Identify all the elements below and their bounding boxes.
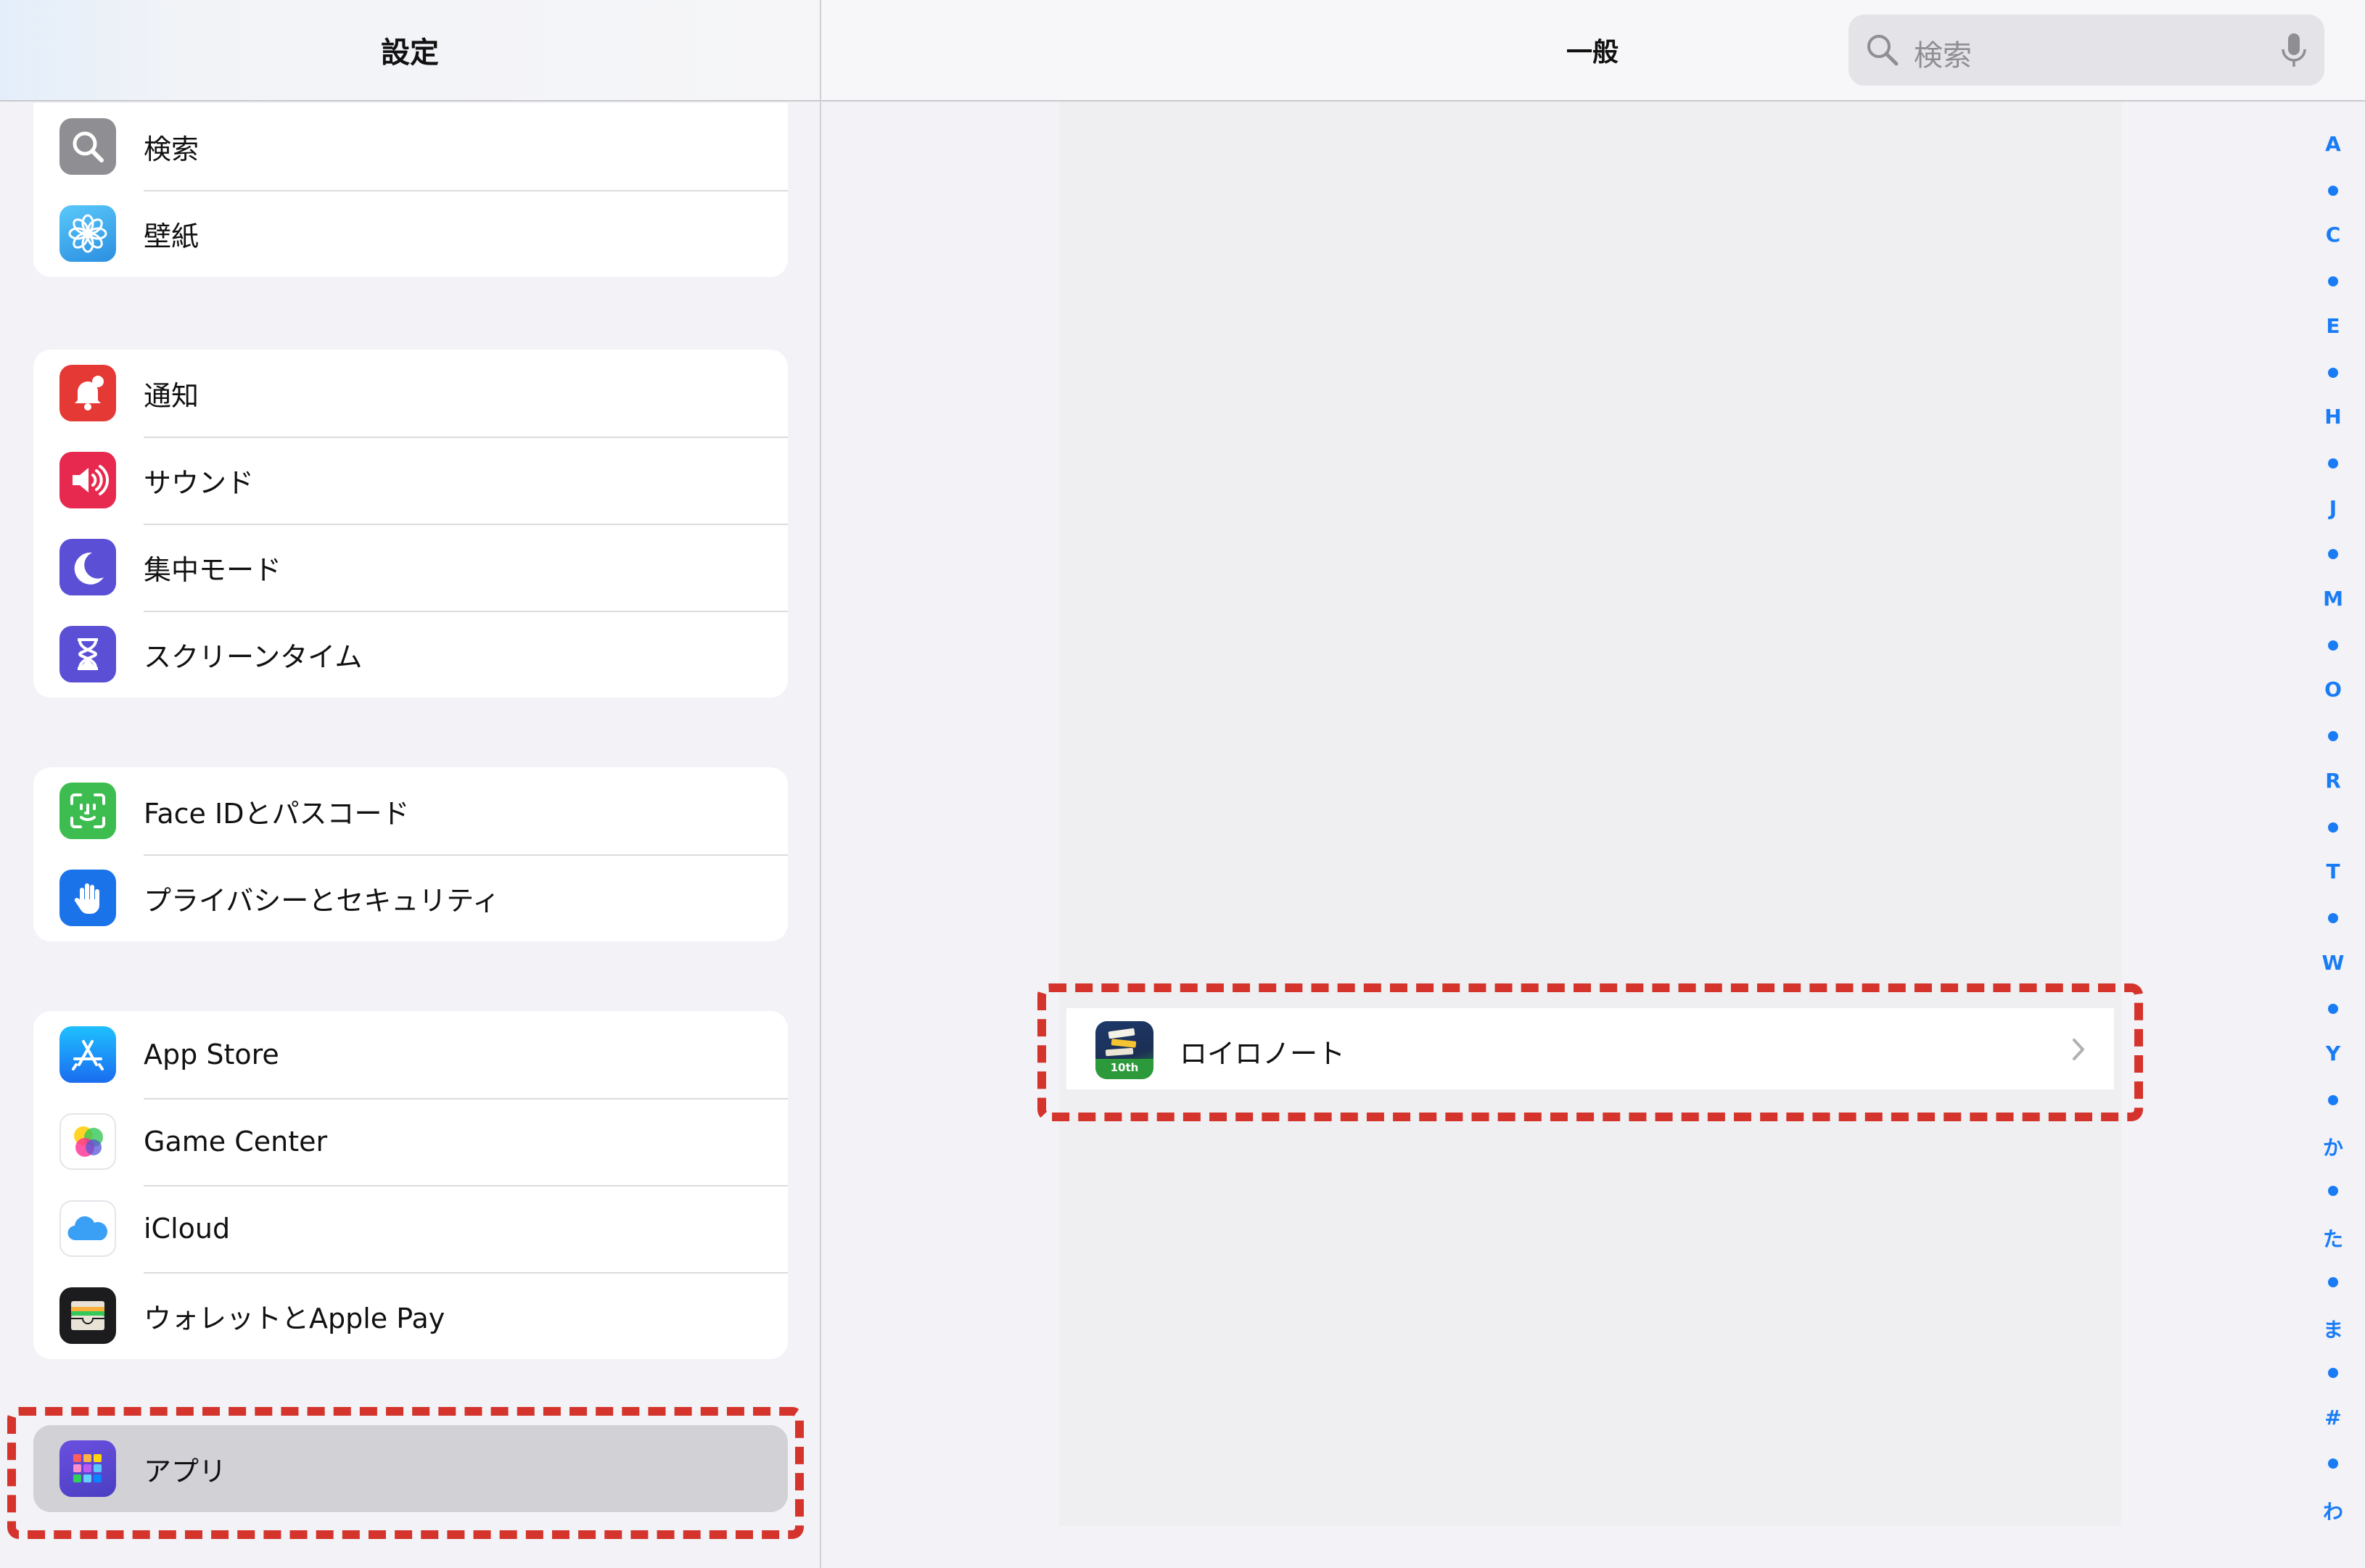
search-placeholder: 検索 [1914,39,1972,73]
index-letter[interactable]: わ [2321,1496,2345,1525]
search-icon [59,118,116,175]
sidebar-item-label: Game Center [144,1126,328,1158]
index-dot[interactable] [2328,912,2338,923]
sidebar-item-game-center[interactable]: Game Center [33,1098,788,1185]
index-dot[interactable] [2328,1004,2338,1015]
sidebar-item-label: App Store [144,1039,279,1070]
row-separator [144,1098,788,1099]
sidebar-item-label: iCloud [144,1213,231,1245]
index-dot[interactable] [2328,822,2338,833]
app-list-panel [1059,102,2121,1526]
sidebar-item-focus[interactable]: 集中モード [33,524,788,611]
sidebar-item-search[interactable]: 検索 [33,103,788,190]
sidebar-item-sounds[interactable]: サウンド [33,437,788,524]
index-letter[interactable]: ま [2321,1314,2345,1343]
index-dot[interactable] [2328,1186,2338,1197]
sidebar-item-privacy[interactable]: プライバシーとセキュリティ [33,854,788,941]
index-dot[interactable] [2328,640,2338,651]
hourglass-icon [59,626,116,682]
moon-icon [59,539,116,595]
row-separator [144,1272,788,1274]
search-icon [1867,35,1899,66]
index-letter[interactable]: W [2321,951,2345,975]
sidebar-item-label: スクリーンタイム [144,640,363,673]
game-center-icon [59,1113,116,1170]
sidebar-item-screen-time[interactable]: スクリーンタイム [33,611,788,698]
sidebar-item-face-id[interactable]: Face IDとパスコード [33,767,788,854]
index-letter[interactable]: E [2321,314,2345,338]
settings-group-4: App Store Game Center iCloud ウォレットとApple… [33,1011,788,1359]
speaker-icon [59,452,116,508]
highlight-app-row-frame [1037,983,2143,1121]
notification-bell-icon [59,365,116,421]
settings-sidebar: 設定 検索 壁紙 通知 サウンド 集中モード スクリーンタイム Face IDと… [0,0,820,1568]
detail-title: 一般 [1566,38,1619,67]
hand-icon [59,870,116,926]
sidebar-title: 設定 [381,36,439,70]
settings-group-2: 通知 サウンド 集中モード スクリーンタイム [33,350,788,698]
sidebar-item-label: プライバシーとセキュリティ [144,884,500,917]
highlight-apps-frame [7,1407,804,1539]
sidebar-item-label: ウォレットとApple Pay [144,1302,445,1334]
index-dot[interactable] [2328,1094,2338,1105]
index-dot[interactable] [2328,458,2338,469]
settings-group-1: 検索 壁紙 [33,103,788,277]
index-letter[interactable]: M [2321,587,2345,611]
sidebar-item-label: 検索 [144,133,200,165]
index-dot[interactable] [2328,549,2338,560]
row-separator [144,524,788,525]
index-letter[interactable]: Y [2321,1041,2345,1065]
row-separator [144,190,788,191]
face-id-icon [59,783,116,839]
index-dot[interactable] [2328,276,2338,287]
sidebar-item-label: 通知 [144,379,200,412]
app-store-icon [59,1026,116,1083]
index-dot[interactable] [2328,1276,2338,1287]
wallpaper-flower-icon [59,205,116,262]
index-letter[interactable]: R [2321,769,2345,793]
settings-group-3: Face IDとパスコード プライバシーとセキュリティ [33,767,788,941]
sidebar-item-wallpaper[interactable]: 壁紙 [33,190,788,277]
index-letter[interactable]: J [2321,496,2345,520]
index-dot[interactable] [2328,185,2338,196]
row-separator [144,1185,788,1187]
search-field[interactable]: 検索 [1848,15,2324,86]
row-separator [144,437,788,438]
sidebar-header: 設定 [0,0,820,102]
index-dot[interactable] [2328,367,2338,378]
index-letter[interactable]: C [2321,223,2345,247]
icloud-icon [59,1200,116,1257]
sidebar-item-label: 壁紙 [144,220,200,252]
index-letter[interactable]: H [2321,405,2345,429]
sidebar-item-label: 集中モード [144,553,282,586]
sidebar-item-label: Face IDとパスコード [144,797,410,830]
index-dot[interactable] [2328,1367,2338,1378]
index-dot[interactable] [2328,731,2338,742]
sidebar-item-wallet[interactable]: ウォレットとApple Pay [33,1272,788,1359]
microphone-icon[interactable] [2279,30,2308,71]
index-letter[interactable]: A [2321,132,2345,156]
index-letter[interactable]: # [2321,1406,2345,1429]
sidebar-item-notifications[interactable]: 通知 [33,350,788,437]
index-letter[interactable]: た [2321,1224,2345,1253]
sidebar-item-label: サウンド [144,466,255,499]
index-letter[interactable]: T [2321,859,2345,883]
split-divider [820,0,821,1568]
index-dot[interactable] [2328,1458,2338,1469]
wallet-icon [59,1287,116,1344]
sidebar-item-icloud[interactable]: iCloud [33,1185,788,1272]
index-letter[interactable]: O [2321,677,2345,701]
index-letter[interactable]: か [2321,1132,2345,1161]
row-separator [144,854,788,856]
row-separator [144,611,788,612]
sidebar-item-app-store[interactable]: App Store [33,1011,788,1098]
